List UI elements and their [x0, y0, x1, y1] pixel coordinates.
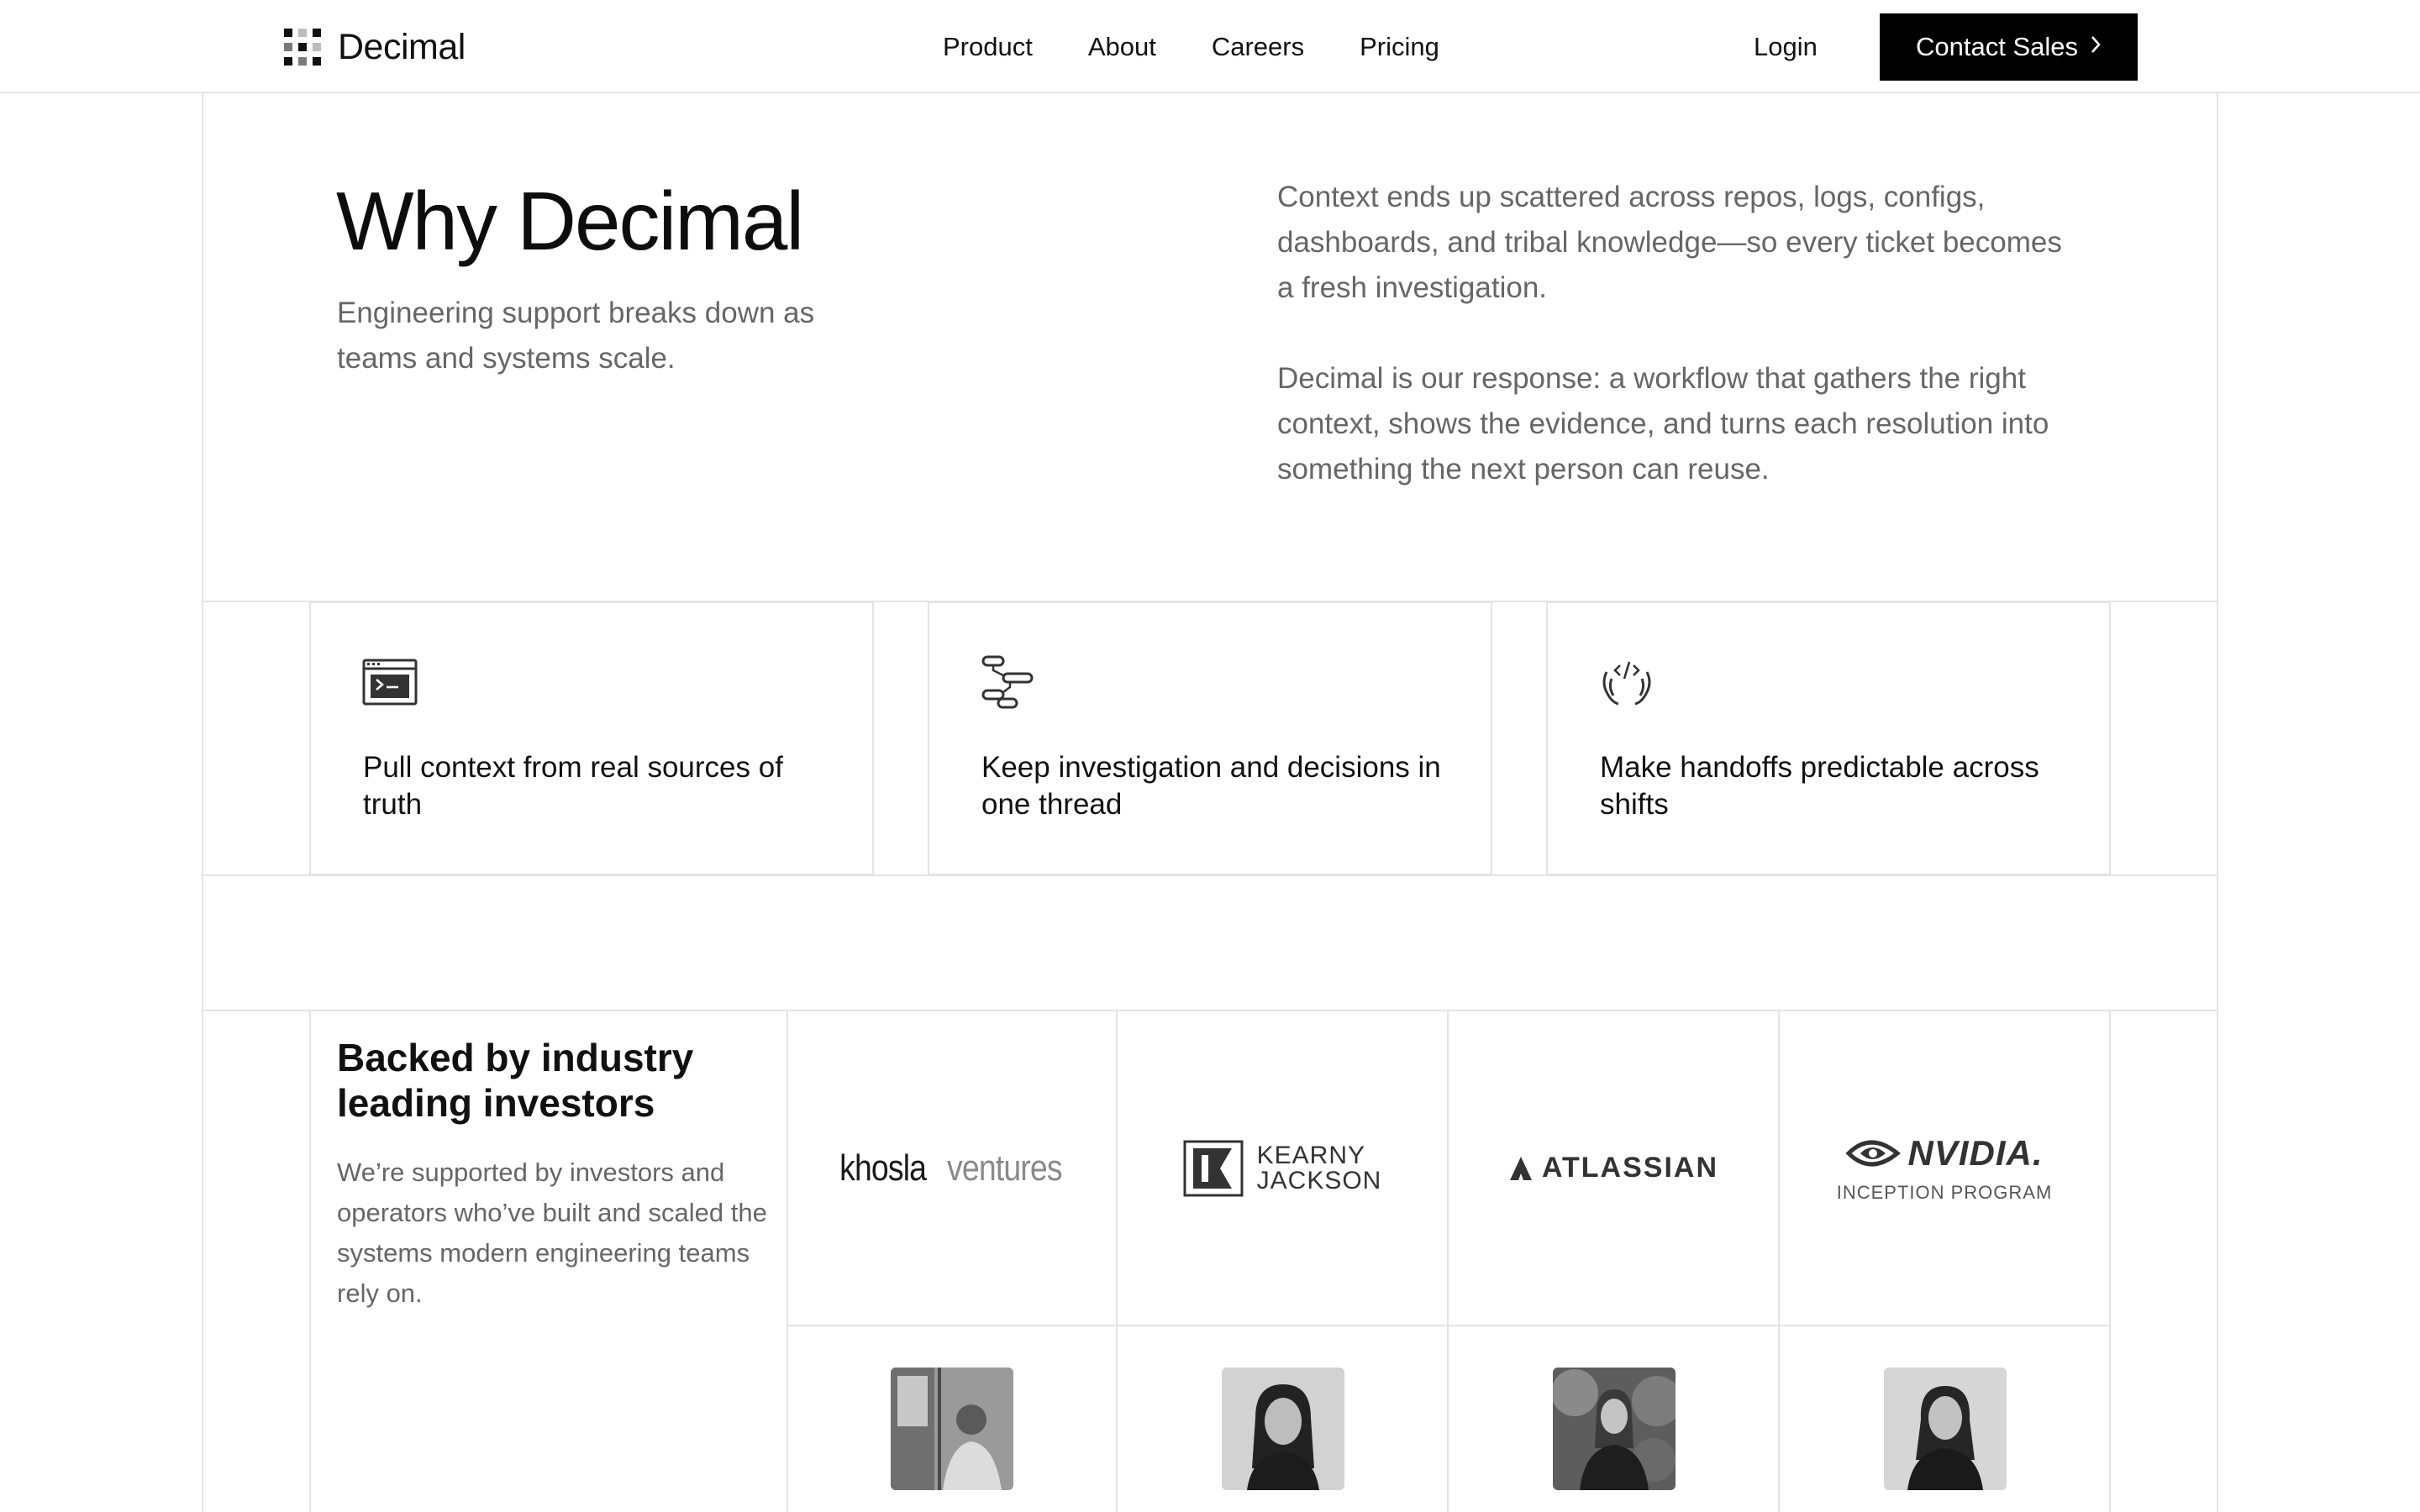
investor-photo	[1884, 1368, 2007, 1490]
inner-left-line	[309, 1010, 311, 1512]
feature-title: Keep investigation and decisions in one …	[981, 751, 1441, 821]
site-header: Decimal Product About Careers Pricing Lo…	[0, 0, 2420, 93]
nav-product[interactable]: Product	[943, 29, 1033, 66]
thread-icon	[980, 654, 1037, 711]
investor-photo	[1222, 1368, 1344, 1490]
hero-paragraph: Decimal is our response: a workflow that…	[1277, 362, 2049, 486]
kearny-jackson-mark-icon	[1183, 1140, 1244, 1196]
feature-card: Pull context from real sources of truth	[309, 601, 874, 875]
feature-title: Pull context from real sources of truth	[363, 751, 783, 821]
logo-text: Decimal	[338, 26, 466, 67]
main-nav: Product About Careers Pricing	[943, 29, 1439, 66]
atlassian-mark-icon	[1509, 1156, 1532, 1180]
investors-description: We’re supported by investors and operato…	[337, 1158, 767, 1308]
atlassian-logo: ATLASSIAN	[1449, 1011, 1778, 1325]
contact-sales-label: Contact Sales	[1916, 32, 2078, 61]
frame-right-line	[2217, 93, 2218, 1512]
page-title: Why Decimal	[336, 175, 804, 267]
khosla-ventures-logo: khosla ventures	[839, 1147, 1063, 1189]
grid-line	[786, 1325, 2111, 1326]
hero-subtitle: Engineering support breaks down as teams…	[337, 297, 815, 375]
chevron-right-icon	[2090, 33, 2102, 60]
contact-sales-button[interactable]: Contact Sales	[1880, 13, 2138, 81]
nav-careers[interactable]: Careers	[1212, 29, 1304, 66]
hero-paragraph: Context ends up scattered across repos, …	[1277, 181, 2062, 304]
feature-card: Keep investigation and decisions in one …	[928, 601, 1492, 875]
investors-title: Backed by industry leading investors	[337, 1036, 694, 1125]
nvidia-inception-logo: NVIDIA. INCEPTION PROGRAM	[1836, 1132, 2053, 1203]
handoff-icon	[1598, 654, 1655, 711]
decimal-logo[interactable]: Decimal	[284, 27, 466, 67]
inner-right-line	[2109, 1010, 2111, 1512]
nav-about[interactable]: About	[1088, 29, 1156, 66]
kearny-jackson-logo: KEARNY JACKSON	[1118, 1011, 1447, 1325]
feature-title: Make handoffs predictable across shifts	[1600, 751, 2039, 821]
frame-left-line	[202, 93, 203, 1512]
terminal-icon	[361, 654, 418, 711]
decimal-logo-icon	[284, 29, 321, 66]
investor-photo	[1553, 1368, 1676, 1490]
nvidia-eye-icon	[1845, 1140, 1902, 1166]
feature-card: Make handoffs predictable across shifts	[1546, 601, 2111, 875]
nav-pricing[interactable]: Pricing	[1360, 29, 1439, 66]
login-link[interactable]: Login	[1754, 29, 1818, 66]
investor-photo	[891, 1368, 1013, 1490]
